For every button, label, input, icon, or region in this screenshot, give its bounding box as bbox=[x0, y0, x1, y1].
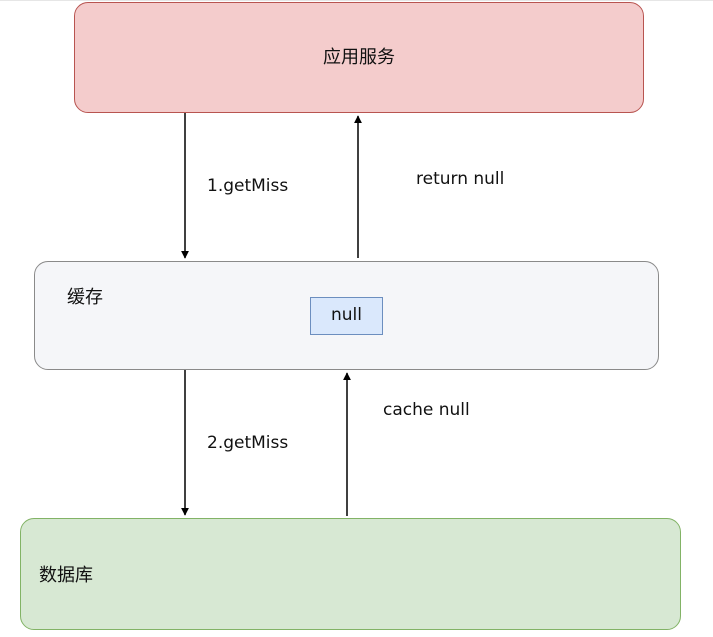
edge-label-get-miss-2: 2.getMiss bbox=[207, 433, 289, 453]
edge-label-cache-null: cache null bbox=[383, 400, 470, 420]
connector-arrows bbox=[181, 113, 362, 516]
edge-label-get-miss-1: 1.getMiss bbox=[207, 176, 289, 196]
edge-label-return-null: return null bbox=[416, 169, 505, 189]
